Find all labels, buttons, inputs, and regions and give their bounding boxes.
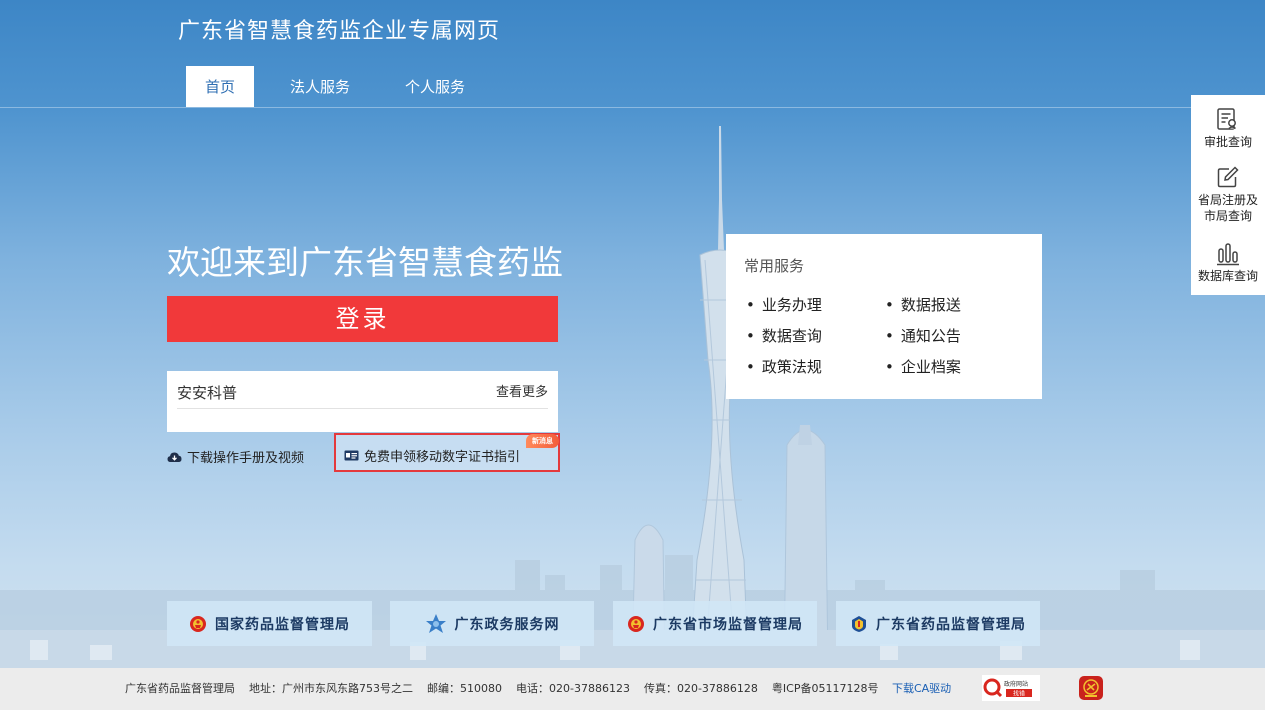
footer-icp[interactable]: 粤ICP备05117128号 bbox=[772, 682, 879, 695]
party-emblem-badge[interactable] bbox=[1078, 675, 1104, 701]
footer-fax: 传真：020-37886128 bbox=[643, 682, 758, 695]
service-data-report[interactable]: 数据报送 bbox=[885, 294, 961, 315]
footer: 广东省药品监督管理局 地址：广州市东风东路753号之二 邮编：510080 电话… bbox=[0, 668, 1265, 710]
service-business-handling[interactable]: 业务办理 bbox=[746, 294, 822, 315]
id-card-icon bbox=[344, 450, 359, 461]
footer-postcode: 邮编：510080 bbox=[427, 682, 502, 695]
gov-badge-line1: 政府网站 bbox=[1004, 680, 1028, 688]
service-enterprise-archive[interactable]: 企业档案 bbox=[885, 356, 961, 377]
new-message-badge: 新消息 bbox=[526, 434, 559, 448]
download-manual-label: 下载操作手册及视频 bbox=[187, 451, 305, 466]
document-search-icon bbox=[1217, 108, 1236, 130]
side-quick-panel: 审批查询 省局注册及 市局查询 数据库查询 bbox=[1191, 95, 1265, 295]
digital-cert-guide-link[interactable]: 免费申领移动数字证书指引 新消息 bbox=[334, 433, 560, 472]
edit-icon bbox=[1217, 166, 1239, 188]
side-database-query-label: 数据库查询 bbox=[1197, 269, 1258, 283]
gov-website-error-report-badge[interactable]: 政府网站 找错 bbox=[982, 675, 1040, 701]
news-title: 安安科普 bbox=[177, 384, 238, 402]
link-gd-mpa-label: 广东省药品监督管理局 bbox=[876, 616, 1026, 633]
news-divider bbox=[177, 408, 548, 409]
side-database-query[interactable]: 数据库查询 bbox=[1191, 241, 1265, 284]
gd-gov-service-logo-icon bbox=[425, 613, 446, 633]
nav-personal-service[interactable]: 个人服务 bbox=[386, 66, 484, 107]
footer-address: 地址：广州市东风东路753号之二 bbox=[249, 682, 413, 695]
footer-info: 广东省药品监督管理局 地址：广州市东风东路753号之二 邮编：510080 电话… bbox=[125, 680, 951, 696]
download-ca-driver-link[interactable]: 下载CA驱动 bbox=[892, 682, 951, 695]
side-registration-query[interactable]: 省局注册及 市局查询 bbox=[1191, 165, 1265, 224]
header-divider bbox=[0, 107, 1265, 108]
link-gd-mpa[interactable]: 广东省药品监督管理局 bbox=[836, 601, 1040, 646]
side-approval-query[interactable]: 审批查询 bbox=[1191, 107, 1265, 150]
welcome-heading: 欢迎来到广东省智慧食药监 bbox=[167, 243, 563, 282]
cloud-download-icon bbox=[167, 452, 182, 462]
national-emblem-icon bbox=[190, 615, 206, 632]
side-registration-query-line1: 省局注册及 bbox=[1197, 193, 1258, 207]
service-data-query[interactable]: 数据查询 bbox=[746, 325, 822, 346]
nav-home[interactable]: 首页 bbox=[186, 66, 255, 107]
download-manual-link[interactable]: 下载操作手册及视频 bbox=[167, 447, 304, 466]
main-nav: 首页 法人服务 个人服务 bbox=[186, 66, 484, 107]
footer-phone: 电话：020-37886123 bbox=[516, 682, 630, 695]
national-emblem-icon bbox=[628, 615, 644, 632]
link-nmpa-label: 国家药品监督管理局 bbox=[215, 616, 350, 633]
link-nmpa[interactable]: 国家药品监督管理局 bbox=[167, 601, 372, 646]
link-gd-gov-service-label: 广东政务服务网 bbox=[454, 616, 560, 633]
common-services-panel: 常用服务 业务办理 数据报送 数据查询 通知公告 政策法规 企业档案 bbox=[726, 234, 1042, 399]
link-gd-amr-label: 广东省市场监督管理局 bbox=[653, 616, 803, 633]
site-title: 广东省智慧食药监企业专属网页 bbox=[178, 19, 501, 44]
service-policies[interactable]: 政策法规 bbox=[746, 356, 822, 377]
login-button[interactable]: 登录 bbox=[167, 296, 558, 342]
news-more-link[interactable]: 查看更多 bbox=[496, 381, 548, 400]
news-panel: 安安科普 查看更多 bbox=[167, 371, 558, 432]
bar-chart-icon bbox=[1217, 243, 1239, 266]
link-gd-gov-service[interactable]: 广东政务服务网 bbox=[390, 601, 594, 646]
drug-admin-emblem-icon bbox=[852, 615, 866, 632]
side-registration-query-line2: 市局查询 bbox=[1203, 209, 1252, 223]
gov-badge-line2: 找错 bbox=[1013, 690, 1025, 698]
side-approval-query-label: 审批查询 bbox=[1203, 135, 1252, 149]
nav-legal-person-service[interactable]: 法人服务 bbox=[271, 66, 369, 107]
link-gd-amr[interactable]: 广东省市场监督管理局 bbox=[613, 601, 817, 646]
service-notices[interactable]: 通知公告 bbox=[885, 325, 961, 346]
footer-org: 广东省药品监督管理局 bbox=[125, 682, 235, 695]
services-title: 常用服务 bbox=[744, 257, 805, 275]
digital-cert-guide-label: 免费申领移动数字证书指引 bbox=[364, 450, 521, 465]
